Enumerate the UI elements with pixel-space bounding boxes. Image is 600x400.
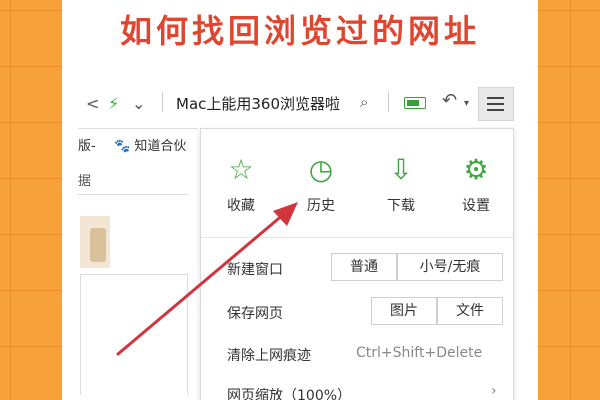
- annotation-arrow: [116, 202, 298, 356]
- content-card: 如何找回浏览过的网址 < ⚡ ⌄ Mac上能用360浏览器啦 ⌕ ↶ ▾ 版- …: [62, 0, 538, 400]
